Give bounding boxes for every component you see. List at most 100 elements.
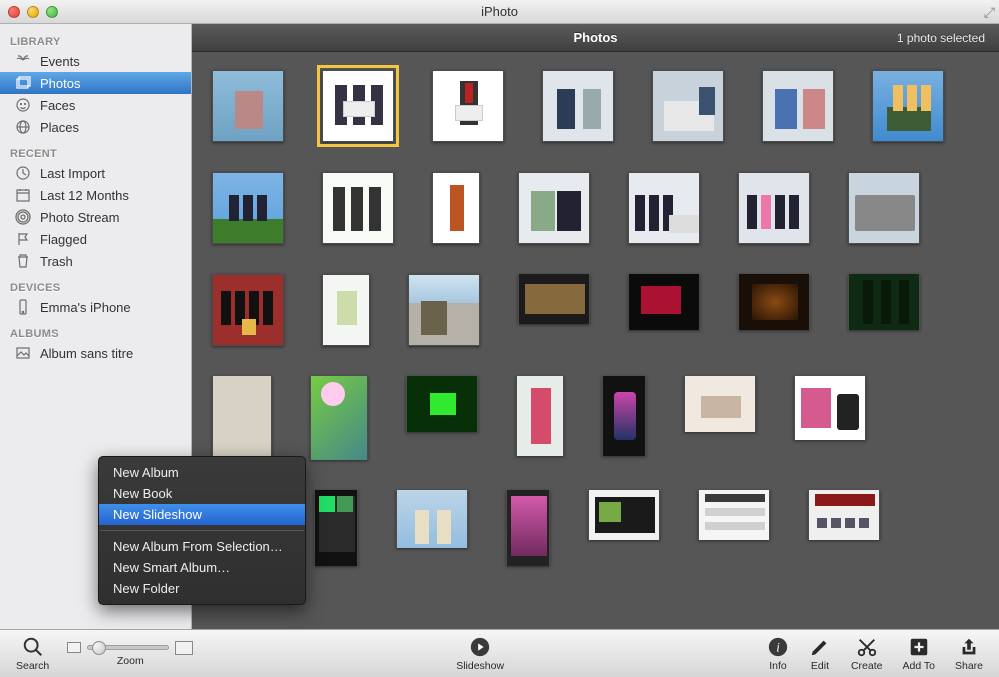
- face-icon: [14, 97, 32, 113]
- content-area: Photos 1 photo selected: [192, 24, 999, 629]
- sidebar-heading: RECENT: [0, 146, 191, 162]
- sidebar-item-label: Photo Stream: [40, 210, 183, 225]
- add-to-button[interactable]: Add To: [902, 636, 935, 672]
- menu-item-new-book[interactable]: New Book: [99, 483, 305, 504]
- close-window-button[interactable]: [8, 6, 20, 18]
- menu-item-new-folder[interactable]: New Folder: [99, 578, 305, 599]
- photo-thumbnail[interactable]: [212, 70, 284, 142]
- thumbnail-grid[interactable]: [192, 52, 999, 629]
- photo-thumbnail[interactable]: [628, 172, 700, 244]
- sidebar-item-flagged[interactable]: Flagged: [0, 228, 191, 250]
- photo-thumbnail[interactable]: [698, 490, 770, 540]
- zoom-slider[interactable]: [87, 645, 169, 650]
- photo-thumbnail[interactable]: [602, 376, 646, 456]
- sidebar-item-label: Last 12 Months: [40, 188, 183, 203]
- toolbar-label: Create: [851, 660, 883, 672]
- photo-thumbnail[interactable]: [762, 70, 834, 142]
- sidebar-item-last-12-months[interactable]: Last 12 Months: [0, 184, 191, 206]
- sidebar-item-album[interactable]: Album sans titre: [0, 342, 191, 364]
- toolbar-label: Edit: [811, 660, 829, 672]
- photo-stack-icon: [14, 75, 32, 91]
- album-icon: [14, 345, 32, 361]
- sidebar-item-places[interactable]: Places: [0, 116, 191, 138]
- thumbnail-row: [202, 274, 989, 346]
- sidebar-item-label: Album sans titre: [40, 346, 183, 361]
- search-button[interactable]: Search: [16, 636, 49, 672]
- photo-thumbnail[interactable]: [848, 274, 920, 330]
- sidebar-heading: ALBUMS: [0, 326, 191, 342]
- palm-tree-icon: [14, 53, 32, 69]
- toolbar-label: Search: [16, 660, 49, 672]
- create-context-menu[interactable]: New Album New Book New Slideshow New Alb…: [98, 456, 306, 605]
- toolbar-label: Add To: [902, 660, 935, 672]
- sidebar-item-label: Flagged: [40, 232, 183, 247]
- thumbnail-row: [202, 70, 989, 142]
- photo-thumbnail[interactable]: [314, 490, 358, 566]
- traffic-lights: [0, 6, 58, 18]
- window-titlebar: iPhoto ⤢: [0, 0, 999, 24]
- sidebar-item-trash[interactable]: Trash: [0, 250, 191, 272]
- sidebar-section-library: LIBRARY Events Photos Faces: [0, 32, 191, 138]
- minimize-window-button[interactable]: [27, 6, 39, 18]
- phone-icon: [14, 299, 32, 315]
- photo-thumbnail[interactable]: [794, 376, 866, 440]
- menu-separator: [100, 530, 304, 531]
- photo-thumbnail[interactable]: [406, 376, 478, 432]
- photo-thumbnail[interactable]: [588, 490, 660, 540]
- photo-thumbnail[interactable]: [848, 172, 920, 244]
- zoom-window-button[interactable]: [46, 6, 58, 18]
- thumbnail-row: [202, 376, 989, 460]
- photo-thumbnail[interactable]: [432, 172, 480, 244]
- menu-item-new-album[interactable]: New Album: [99, 462, 305, 483]
- bottom-toolbar: Search Zoom Slideshow i Info: [0, 629, 999, 677]
- photo-thumbnail[interactable]: [322, 274, 370, 346]
- photo-thumbnail[interactable]: [506, 490, 550, 566]
- window-title: iPhoto: [0, 4, 999, 19]
- fullscreen-icon[interactable]: ⤢: [984, 4, 995, 21]
- share-button[interactable]: Share: [955, 636, 983, 672]
- photo-thumbnail[interactable]: [396, 490, 468, 548]
- photo-thumbnail[interactable]: [652, 70, 724, 142]
- selection-status: 1 photo selected: [897, 31, 999, 45]
- photo-thumbnail[interactable]: [310, 376, 368, 460]
- photo-thumbnail[interactable]: [628, 274, 700, 330]
- photo-thumbnail[interactable]: [212, 376, 272, 460]
- photo-thumbnail[interactable]: [518, 172, 590, 244]
- thumbnail-row: [202, 172, 989, 244]
- photo-thumbnail[interactable]: [738, 274, 810, 330]
- menu-item-new-smart-album[interactable]: New Smart Album…: [99, 557, 305, 578]
- photo-thumbnail[interactable]: [518, 274, 590, 324]
- photo-thumbnail[interactable]: [432, 70, 504, 142]
- photo-thumbnail[interactable]: [684, 376, 756, 432]
- sidebar-item-last-import[interactable]: Last Import: [0, 162, 191, 184]
- sidebar-item-device[interactable]: Emma's iPhone: [0, 296, 191, 318]
- sidebar-item-label: Last Import: [40, 166, 183, 181]
- photo-thumbnail[interactable]: [808, 490, 880, 540]
- trash-icon: [14, 253, 32, 269]
- create-button[interactable]: Create: [851, 636, 883, 672]
- photo-thumbnail[interactable]: [212, 274, 284, 346]
- photo-thumbnail[interactable]: [542, 70, 614, 142]
- sidebar-item-events[interactable]: Events: [0, 50, 191, 72]
- photo-thumbnail[interactable]: [408, 274, 480, 346]
- slideshow-button[interactable]: Slideshow: [456, 636, 504, 672]
- photo-thumbnail[interactable]: [738, 172, 810, 244]
- photo-thumbnail[interactable]: [322, 172, 394, 244]
- sidebar-item-photos[interactable]: Photos: [0, 72, 191, 94]
- sidebar-section-recent: RECENT Last Import Last 12 Months Photo …: [0, 144, 191, 272]
- sidebar-item-faces[interactable]: Faces: [0, 94, 191, 116]
- photo-thumbnail[interactable]: [212, 172, 284, 244]
- info-button[interactable]: i Info: [767, 636, 789, 672]
- menu-item-new-album-from-selection[interactable]: New Album From Selection…: [99, 536, 305, 557]
- menu-item-new-slideshow[interactable]: New Slideshow: [99, 504, 305, 525]
- calendar-icon: [14, 187, 32, 203]
- zoom-slider-knob[interactable]: [92, 641, 106, 655]
- photo-thumbnail-selected[interactable]: [322, 70, 394, 142]
- photo-thumbnail[interactable]: [872, 70, 944, 142]
- photo-thumbnail[interactable]: [516, 376, 564, 456]
- sidebar-item-photo-stream[interactable]: Photo Stream: [0, 206, 191, 228]
- edit-button[interactable]: Edit: [809, 636, 831, 672]
- thumbnail-row: [202, 490, 989, 566]
- play-icon: [469, 636, 491, 658]
- zoom-control[interactable]: Zoom: [67, 641, 193, 667]
